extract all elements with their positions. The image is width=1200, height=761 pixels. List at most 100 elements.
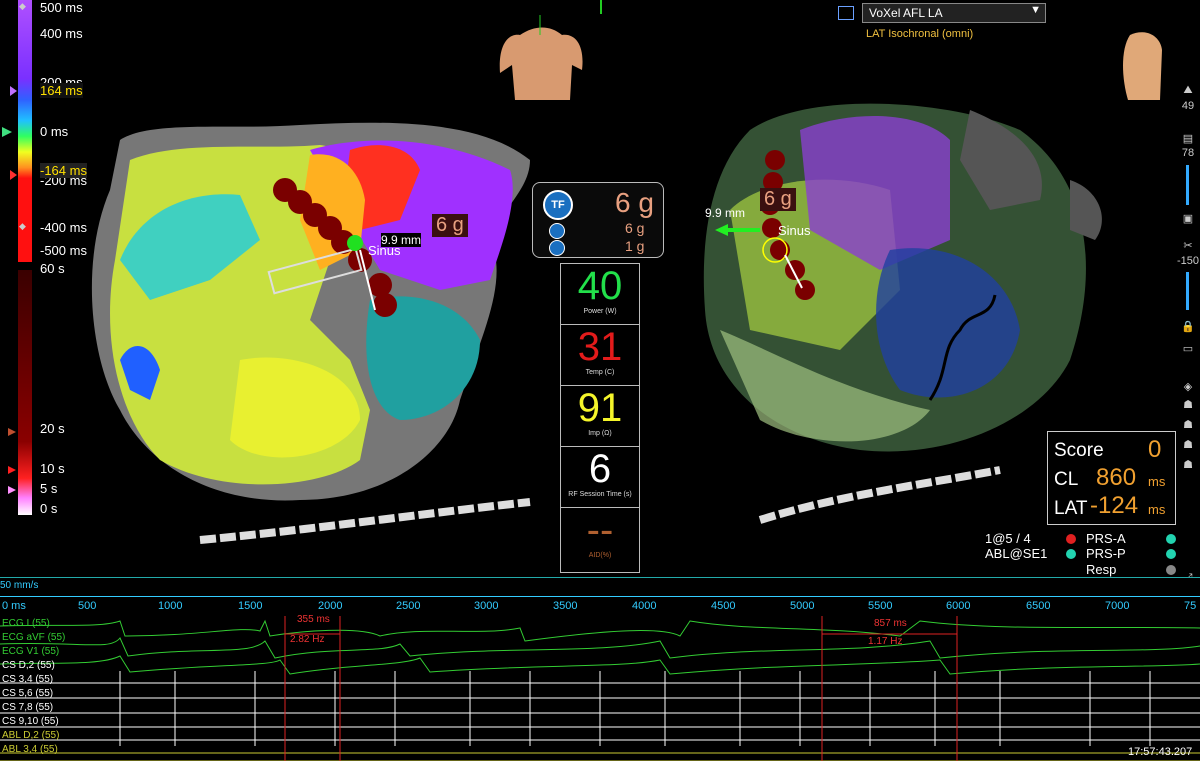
trace-label[interactable]: CS 5,6 (55) <box>2 688 53 699</box>
resp-label: Resp <box>1086 562 1117 577</box>
temp-panel: 31 Temp (C) <box>560 324 640 386</box>
rect-tool-icon[interactable]: ▭ <box>1178 340 1198 356</box>
left-3d-lat-map[interactable] <box>60 100 550 560</box>
time-ruler <box>0 596 1200 597</box>
sweep-speed[interactable]: 50 mm/s <box>0 580 38 591</box>
rf-session-caption: RF Session Time (s) <box>568 491 632 498</box>
time-marker-10-icon[interactable] <box>8 466 16 474</box>
temp-caption: Temp (C) <box>585 369 615 376</box>
prs-a-label: PRS-A <box>1086 531 1126 546</box>
left-torso-orientation-icon[interactable] <box>490 15 590 110</box>
torso-view-rao-icon[interactable]: ☗ <box>1178 456 1198 472</box>
trace-label[interactable]: ECG I (55) <box>2 618 50 629</box>
lat-unit: ms <box>1148 502 1166 517</box>
ecg-tick: 6500 <box>1026 600 1051 612</box>
time-marker-5-icon[interactable] <box>8 486 16 494</box>
cl-value: 860 <box>1096 464 1137 491</box>
lat-high-slider-handle[interactable] <box>10 86 17 96</box>
ecg-tick: 6000 <box>946 600 971 612</box>
power-caption: Power (W) <box>583 308 617 315</box>
lat-tick: 500 ms <box>40 0 83 15</box>
time-marker-20-icon[interactable] <box>8 428 16 436</box>
clip-slider[interactable] <box>1186 272 1189 310</box>
lat-marker-high[interactable]: 164 ms <box>40 83 83 98</box>
power-value: 40 <box>577 264 623 308</box>
toolbar-value-2: 78 <box>1181 147 1195 159</box>
trace-label[interactable]: CS D,2 (55) <box>2 660 55 671</box>
aid-value: -- <box>586 508 614 552</box>
rf-session-panel: 6 RF Session Time (s) <box>560 446 640 508</box>
cl-label: CL <box>1054 469 1079 490</box>
image-icon[interactable]: ▣ <box>1178 210 1198 226</box>
trace-label[interactable]: ECG aVF (55) <box>2 632 65 643</box>
left-sinus-label: Sinus <box>368 243 401 258</box>
power-panel: 40 Power (W) <box>560 263 640 325</box>
trace-label[interactable]: ECG V1 (55) <box>2 646 59 657</box>
trace-label[interactable]: ABL D,2 (55) <box>2 730 59 741</box>
trace-label[interactable]: CS 7,8 (55) <box>2 702 53 713</box>
opacity-slider[interactable] <box>1186 165 1189 205</box>
resp-indicator-icon <box>1166 565 1176 575</box>
map-select-value: VoXel AFL LA <box>869 6 943 20</box>
clock: 17:57:43.207 <box>1128 746 1193 758</box>
lock-icon[interactable]: 🔒 <box>1178 318 1198 334</box>
prs-p-led-icon <box>1066 549 1076 559</box>
scale-up-arrow-icon[interactable]: ◆ <box>19 1 26 12</box>
ecg-tick: 4500 <box>711 600 736 612</box>
scissors-icon[interactable]: ✂ <box>1178 237 1198 253</box>
torso-view-pa-icon[interactable]: ☗ <box>1178 416 1198 432</box>
ecg-tick: 1000 <box>158 600 183 612</box>
ecg-tick: 2500 <box>396 600 421 612</box>
right-force-label: 6 g <box>760 188 796 211</box>
tf-force-total: 6 g <box>615 187 654 218</box>
score-panel: Score 0 CL 860 ms LAT -124 ms <box>1047 431 1176 525</box>
toolbar-value-3: -150 <box>1176 255 1200 267</box>
layers-icon[interactable]: ▤ <box>1178 130 1198 146</box>
chevron-down-icon: ▼ <box>1030 4 1041 16</box>
aid-caption: AID(%) <box>588 552 612 559</box>
force-lateral-icon <box>549 240 565 256</box>
pointer-icon[interactable]: ◈ <box>1178 378 1198 394</box>
scale-down-arrow-icon[interactable]: ◆ <box>19 221 26 232</box>
mountain-icon[interactable]: ⛰ <box>1178 82 1198 98</box>
rf-session-value: 6 <box>588 447 612 491</box>
impedance-value: 91 <box>577 386 623 430</box>
trace-label[interactable]: CS 9,10 (55) <box>2 716 59 727</box>
orientation-axis-line <box>600 0 602 14</box>
score-value: 0 <box>1148 436 1162 463</box>
lat-tick: 400 ms <box>40 26 83 41</box>
prs-p-indicator-icon <box>1166 549 1176 559</box>
ecg-tick: 5000 <box>790 600 815 612</box>
ecg-tick: 3500 <box>553 600 578 612</box>
caliper1-ms: 355 ms <box>297 614 330 625</box>
tf-logo-icon: TF <box>543 190 573 220</box>
map-view-icon[interactable] <box>838 6 854 20</box>
torso-view-lao-icon[interactable]: ☗ <box>1178 436 1198 452</box>
ecg-tick: 7000 <box>1105 600 1130 612</box>
lat-low-slider-handle[interactable] <box>10 170 17 180</box>
right-sinus-label: Sinus <box>778 223 811 238</box>
trace-label[interactable]: ABL 3,4 (55) <box>2 744 58 755</box>
caliper2-hz: 1.17 Hz <box>868 636 903 647</box>
ecg-panel[interactable]: 50 mm/s 0 ms 500 1000 1500 2000 2500 300… <box>0 577 1200 761</box>
aid-panel: -- AID(%) <box>560 507 640 573</box>
torso-view-ap-icon[interactable]: ☗ <box>1178 396 1198 412</box>
prs-p-label: PRS-P <box>1086 546 1126 561</box>
prs-a-indicator-icon <box>1166 534 1176 544</box>
tacticath-force-panel: TF 6 g 6 g 1 g <box>532 182 664 258</box>
map-select-dropdown[interactable]: VoXel AFL LA ▼ <box>862 3 1046 23</box>
tf-force-axial: 6 g <box>625 220 645 236</box>
trace-label[interactable]: CS 3,4 (55) <box>2 674 53 685</box>
impedance-caption: Imp (Ω) <box>588 430 612 437</box>
map-subtitle: LAT Isochronal (omni) <box>866 28 974 40</box>
caliper1-hz: 2.82 Hz <box>290 634 325 645</box>
time-tick: 0 s <box>40 501 58 516</box>
lat-zero-handle[interactable] <box>2 127 12 137</box>
time-color-scale <box>18 270 32 515</box>
caliper2-ms: 857 ms <box>874 618 907 629</box>
ecg-tick: 2000 <box>318 600 343 612</box>
score-label: Score <box>1054 440 1104 461</box>
tf-force-lateral: 1 g <box>625 238 645 254</box>
ablation-electrode-status: ABL@SE1 <box>985 546 1048 561</box>
ecg-traces[interactable] <box>0 616 1200 761</box>
